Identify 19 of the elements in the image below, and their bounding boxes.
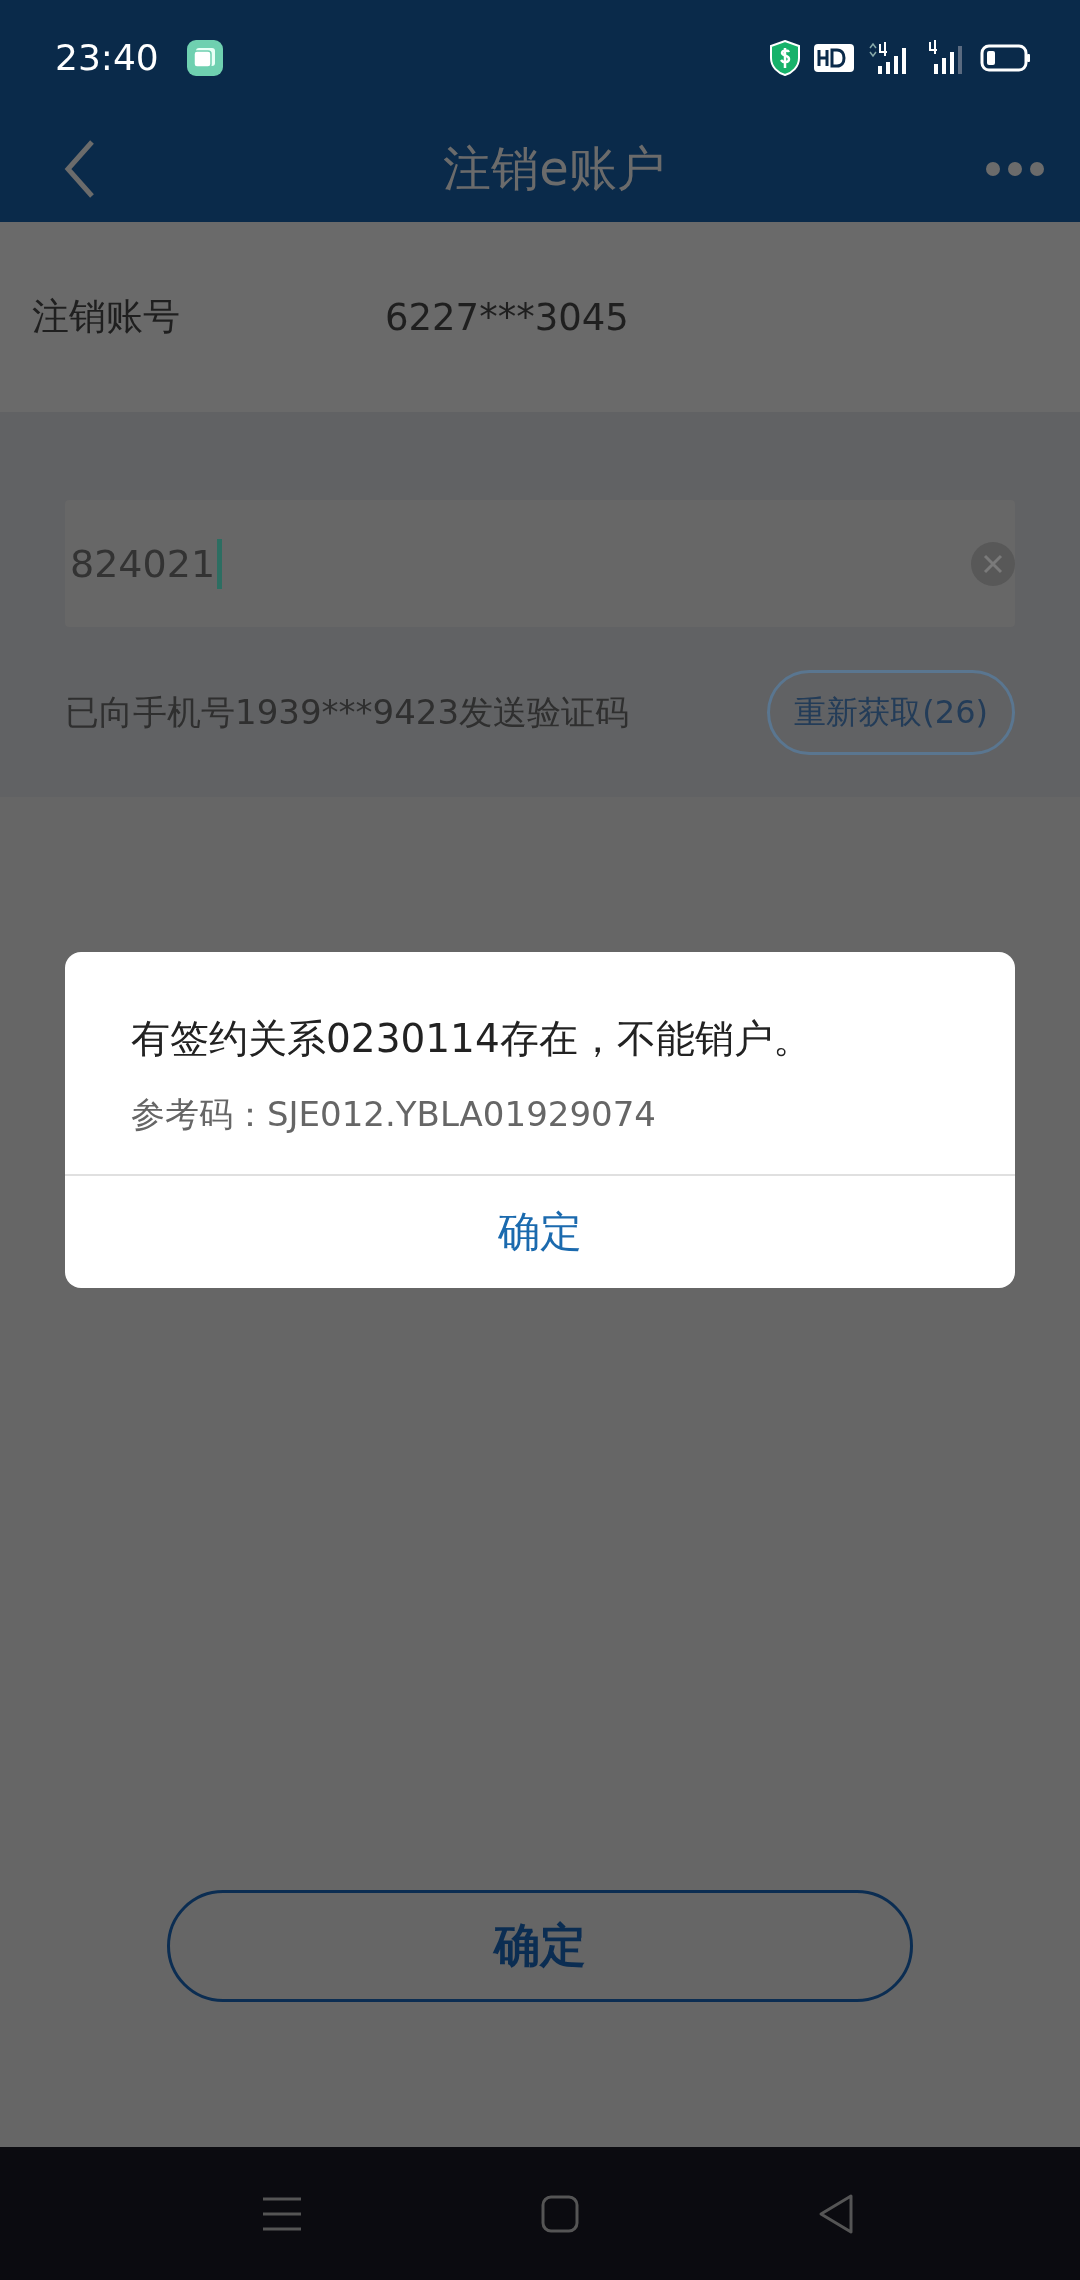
account-number: 6227***3045 xyxy=(385,295,629,339)
app-notification-icon xyxy=(186,39,223,76)
dialog-message: 有签约关系0230114存在，不能销户。 xyxy=(131,1015,813,1063)
hd-icon xyxy=(814,43,854,72)
more-icon[interactable] xyxy=(986,161,1044,176)
confirm-button[interactable]: 确定 xyxy=(167,1890,913,2002)
status-time: 23:40 xyxy=(55,37,159,78)
back-icon[interactable] xyxy=(64,138,96,199)
reference-code: 参考码：SJE012.YBLA01929074 xyxy=(131,1093,657,1136)
account-label: 注销账号 xyxy=(32,294,181,340)
dialog-confirm-button[interactable]: 确定 xyxy=(65,1176,1015,1288)
home-square-icon[interactable] xyxy=(541,2194,579,2233)
back-triangle-icon[interactable] xyxy=(817,2192,855,2235)
shield-icon xyxy=(770,39,800,76)
page-title: 注销e账户 xyxy=(442,138,666,198)
resend-code-button[interactable]: 重新获取(26) xyxy=(767,670,1015,755)
clear-icon[interactable] xyxy=(971,541,1015,586)
menu-icon[interactable] xyxy=(263,2195,301,2232)
battery-icon xyxy=(980,43,1032,72)
